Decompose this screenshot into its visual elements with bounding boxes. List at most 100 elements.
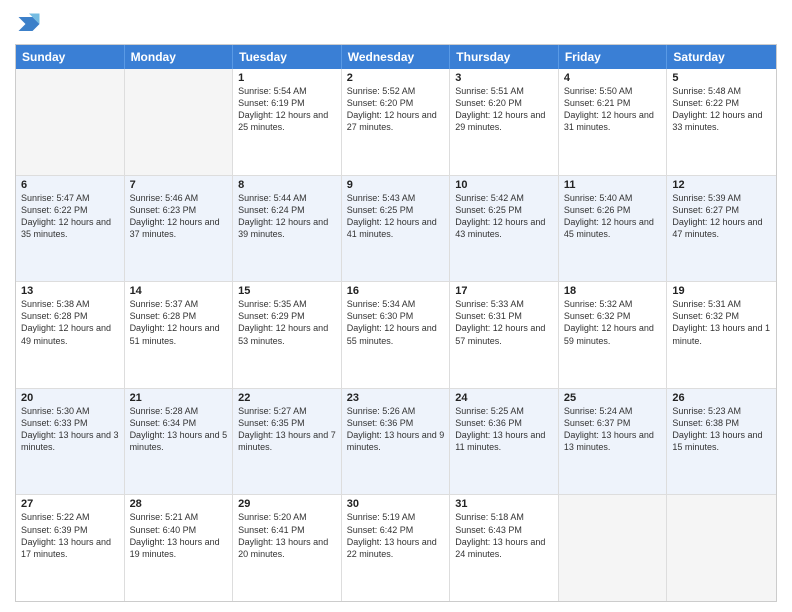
day-number: 22 <box>238 392 336 404</box>
day-info: Sunrise: 5:40 AM Sunset: 6:26 PM Dayligh… <box>564 192 662 241</box>
calendar-cell: 28Sunrise: 5:21 AM Sunset: 6:40 PM Dayli… <box>125 495 234 601</box>
calendar-header-cell: Thursday <box>450 45 559 69</box>
day-number: 26 <box>672 392 771 404</box>
calendar-cell: 9Sunrise: 5:43 AM Sunset: 6:25 PM Daylig… <box>342 176 451 282</box>
day-number: 21 <box>130 392 228 404</box>
calendar-cell: 18Sunrise: 5:32 AM Sunset: 6:32 PM Dayli… <box>559 282 668 388</box>
calendar-cell: 1Sunrise: 5:54 AM Sunset: 6:19 PM Daylig… <box>233 69 342 175</box>
day-info: Sunrise: 5:31 AM Sunset: 6:32 PM Dayligh… <box>672 298 771 347</box>
calendar-cell: 13Sunrise: 5:38 AM Sunset: 6:28 PM Dayli… <box>16 282 125 388</box>
calendar-cell: 23Sunrise: 5:26 AM Sunset: 6:36 PM Dayli… <box>342 389 451 495</box>
day-number: 28 <box>130 498 228 510</box>
calendar-cell <box>667 495 776 601</box>
day-info: Sunrise: 5:54 AM Sunset: 6:19 PM Dayligh… <box>238 85 336 134</box>
day-info: Sunrise: 5:48 AM Sunset: 6:22 PM Dayligh… <box>672 85 771 134</box>
day-number: 5 <box>672 72 771 84</box>
logo <box>15 10 47 38</box>
header <box>15 10 777 38</box>
day-info: Sunrise: 5:18 AM Sunset: 6:43 PM Dayligh… <box>455 511 553 560</box>
calendar-cell: 16Sunrise: 5:34 AM Sunset: 6:30 PM Dayli… <box>342 282 451 388</box>
calendar-row: 20Sunrise: 5:30 AM Sunset: 6:33 PM Dayli… <box>16 389 776 496</box>
day-info: Sunrise: 5:39 AM Sunset: 6:27 PM Dayligh… <box>672 192 771 241</box>
day-info: Sunrise: 5:43 AM Sunset: 6:25 PM Dayligh… <box>347 192 445 241</box>
calendar-cell: 5Sunrise: 5:48 AM Sunset: 6:22 PM Daylig… <box>667 69 776 175</box>
day-info: Sunrise: 5:44 AM Sunset: 6:24 PM Dayligh… <box>238 192 336 241</box>
day-info: Sunrise: 5:33 AM Sunset: 6:31 PM Dayligh… <box>455 298 553 347</box>
day-info: Sunrise: 5:27 AM Sunset: 6:35 PM Dayligh… <box>238 405 336 454</box>
day-info: Sunrise: 5:38 AM Sunset: 6:28 PM Dayligh… <box>21 298 119 347</box>
day-number: 29 <box>238 498 336 510</box>
calendar-header-cell: Friday <box>559 45 668 69</box>
calendar-cell <box>16 69 125 175</box>
calendar-cell: 25Sunrise: 5:24 AM Sunset: 6:37 PM Dayli… <box>559 389 668 495</box>
day-info: Sunrise: 5:52 AM Sunset: 6:20 PM Dayligh… <box>347 85 445 134</box>
day-info: Sunrise: 5:19 AM Sunset: 6:42 PM Dayligh… <box>347 511 445 560</box>
day-number: 8 <box>238 179 336 191</box>
day-info: Sunrise: 5:26 AM Sunset: 6:36 PM Dayligh… <box>347 405 445 454</box>
day-number: 12 <box>672 179 771 191</box>
day-number: 30 <box>347 498 445 510</box>
calendar-row: 27Sunrise: 5:22 AM Sunset: 6:39 PM Dayli… <box>16 495 776 601</box>
day-number: 24 <box>455 392 553 404</box>
day-number: 20 <box>21 392 119 404</box>
day-number: 3 <box>455 72 553 84</box>
day-number: 2 <box>347 72 445 84</box>
logo-icon <box>15 10 43 38</box>
day-info: Sunrise: 5:34 AM Sunset: 6:30 PM Dayligh… <box>347 298 445 347</box>
calendar-cell: 29Sunrise: 5:20 AM Sunset: 6:41 PM Dayli… <box>233 495 342 601</box>
calendar-header: SundayMondayTuesdayWednesdayThursdayFrid… <box>16 45 776 69</box>
calendar-cell: 8Sunrise: 5:44 AM Sunset: 6:24 PM Daylig… <box>233 176 342 282</box>
day-number: 19 <box>672 285 771 297</box>
day-info: Sunrise: 5:30 AM Sunset: 6:33 PM Dayligh… <box>21 405 119 454</box>
calendar-cell: 7Sunrise: 5:46 AM Sunset: 6:23 PM Daylig… <box>125 176 234 282</box>
day-info: Sunrise: 5:25 AM Sunset: 6:36 PM Dayligh… <box>455 405 553 454</box>
calendar-row: 1Sunrise: 5:54 AM Sunset: 6:19 PM Daylig… <box>16 69 776 176</box>
day-number: 25 <box>564 392 662 404</box>
page: SundayMondayTuesdayWednesdayThursdayFrid… <box>0 0 792 612</box>
calendar-cell: 17Sunrise: 5:33 AM Sunset: 6:31 PM Dayli… <box>450 282 559 388</box>
day-number: 6 <box>21 179 119 191</box>
day-info: Sunrise: 5:35 AM Sunset: 6:29 PM Dayligh… <box>238 298 336 347</box>
calendar-cell: 19Sunrise: 5:31 AM Sunset: 6:32 PM Dayli… <box>667 282 776 388</box>
day-number: 13 <box>21 285 119 297</box>
calendar-row: 6Sunrise: 5:47 AM Sunset: 6:22 PM Daylig… <box>16 176 776 283</box>
day-number: 9 <box>347 179 445 191</box>
calendar-row: 13Sunrise: 5:38 AM Sunset: 6:28 PM Dayli… <box>16 282 776 389</box>
calendar-cell: 22Sunrise: 5:27 AM Sunset: 6:35 PM Dayli… <box>233 389 342 495</box>
calendar-cell: 12Sunrise: 5:39 AM Sunset: 6:27 PM Dayli… <box>667 176 776 282</box>
calendar-cell: 2Sunrise: 5:52 AM Sunset: 6:20 PM Daylig… <box>342 69 451 175</box>
day-number: 15 <box>238 285 336 297</box>
calendar-cell <box>125 69 234 175</box>
calendar-cell: 20Sunrise: 5:30 AM Sunset: 6:33 PM Dayli… <box>16 389 125 495</box>
day-info: Sunrise: 5:22 AM Sunset: 6:39 PM Dayligh… <box>21 511 119 560</box>
day-number: 18 <box>564 285 662 297</box>
calendar-header-cell: Tuesday <box>233 45 342 69</box>
calendar-cell: 24Sunrise: 5:25 AM Sunset: 6:36 PM Dayli… <box>450 389 559 495</box>
day-number: 1 <box>238 72 336 84</box>
day-info: Sunrise: 5:50 AM Sunset: 6:21 PM Dayligh… <box>564 85 662 134</box>
calendar-header-cell: Sunday <box>16 45 125 69</box>
day-info: Sunrise: 5:24 AM Sunset: 6:37 PM Dayligh… <box>564 405 662 454</box>
day-number: 23 <box>347 392 445 404</box>
day-info: Sunrise: 5:20 AM Sunset: 6:41 PM Dayligh… <box>238 511 336 560</box>
calendar-cell: 11Sunrise: 5:40 AM Sunset: 6:26 PM Dayli… <box>559 176 668 282</box>
day-info: Sunrise: 5:47 AM Sunset: 6:22 PM Dayligh… <box>21 192 119 241</box>
calendar-cell: 31Sunrise: 5:18 AM Sunset: 6:43 PM Dayli… <box>450 495 559 601</box>
day-number: 10 <box>455 179 553 191</box>
day-info: Sunrise: 5:37 AM Sunset: 6:28 PM Dayligh… <box>130 298 228 347</box>
calendar-cell: 10Sunrise: 5:42 AM Sunset: 6:25 PM Dayli… <box>450 176 559 282</box>
calendar-body: 1Sunrise: 5:54 AM Sunset: 6:19 PM Daylig… <box>16 69 776 601</box>
calendar-header-cell: Saturday <box>667 45 776 69</box>
calendar-cell: 14Sunrise: 5:37 AM Sunset: 6:28 PM Dayli… <box>125 282 234 388</box>
calendar-cell: 26Sunrise: 5:23 AM Sunset: 6:38 PM Dayli… <box>667 389 776 495</box>
day-info: Sunrise: 5:32 AM Sunset: 6:32 PM Dayligh… <box>564 298 662 347</box>
calendar-cell: 15Sunrise: 5:35 AM Sunset: 6:29 PM Dayli… <box>233 282 342 388</box>
calendar-cell: 30Sunrise: 5:19 AM Sunset: 6:42 PM Dayli… <box>342 495 451 601</box>
day-info: Sunrise: 5:23 AM Sunset: 6:38 PM Dayligh… <box>672 405 771 454</box>
day-info: Sunrise: 5:51 AM Sunset: 6:20 PM Dayligh… <box>455 85 553 134</box>
day-info: Sunrise: 5:42 AM Sunset: 6:25 PM Dayligh… <box>455 192 553 241</box>
day-number: 4 <box>564 72 662 84</box>
day-number: 16 <box>347 285 445 297</box>
calendar-header-cell: Monday <box>125 45 234 69</box>
calendar-header-cell: Wednesday <box>342 45 451 69</box>
